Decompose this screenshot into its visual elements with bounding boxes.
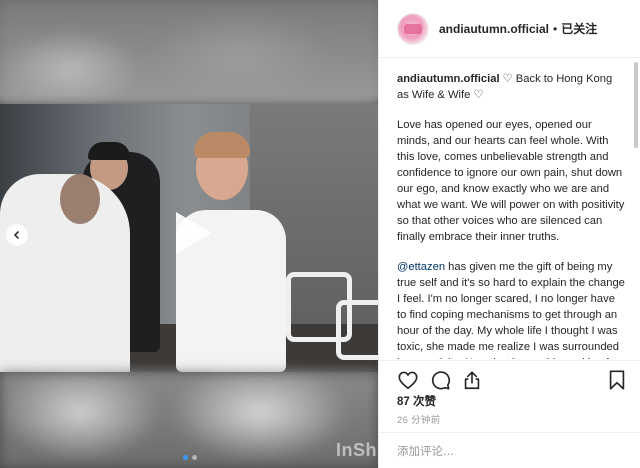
heart-icon [398,371,418,389]
header-username[interactable]: andiautumn.official [439,22,549,36]
chevron-left-icon [13,230,20,240]
person-in-white-veil-face [60,174,100,224]
bookmark-icon [609,369,625,390]
like-button[interactable] [397,369,419,391]
share-icon [464,370,480,389]
caption-paragraph-2: @ettazen has given me the gift of being … [397,259,626,359]
blurred-background-top [0,0,378,104]
video-watermark: InSh [336,440,377,460]
carousel-prev-button[interactable] [6,224,28,246]
avatar-image [404,23,422,34]
caption-username[interactable]: andiautumn.official [397,73,500,85]
post-header: andiautumn.official • 已关注 [379,0,640,58]
carousel-dot-2 [192,455,197,460]
comment-button[interactable] [429,369,451,391]
caption-paragraph-1: Love has opened our eyes, opened our min… [397,119,625,243]
save-button[interactable] [606,369,628,391]
person-in-white-outfit-hair [194,132,250,158]
post-media[interactable]: InSh [0,0,378,468]
blurred-background-bottom [0,372,378,468]
caption-first-line: andiautumn.official ♡ Back to Hong Kong … [397,71,626,103]
caption-scroll-area[interactable]: andiautumn.official ♡ Back to Hong Kong … [379,59,640,359]
comment-input[interactable]: 添加评论... [379,432,640,468]
play-button[interactable] [164,206,218,260]
carousel-indicator [183,455,197,460]
avatar[interactable] [397,12,429,45]
post-info-panel: andiautumn.official • 已关注 andiautumn.off… [378,0,640,468]
post-timestamp: 26 分钟前 [397,415,441,426]
like-count[interactable]: 87 次赞 [397,393,436,409]
header-separator: • [553,21,558,36]
caption-paragraph-2-text: has given me the gift of being my true s… [397,261,625,359]
white-chair-2 [336,300,378,360]
share-button[interactable] [461,369,483,391]
play-icon [176,212,212,254]
comment-icon [431,370,451,390]
person-in-suit-hair [88,142,130,160]
follow-status-button[interactable]: 已关注 [561,20,597,37]
caption-scrollbar[interactable] [634,62,638,148]
mention-link[interactable]: @ettazen [397,261,445,273]
carousel-dot-1 [183,455,188,460]
